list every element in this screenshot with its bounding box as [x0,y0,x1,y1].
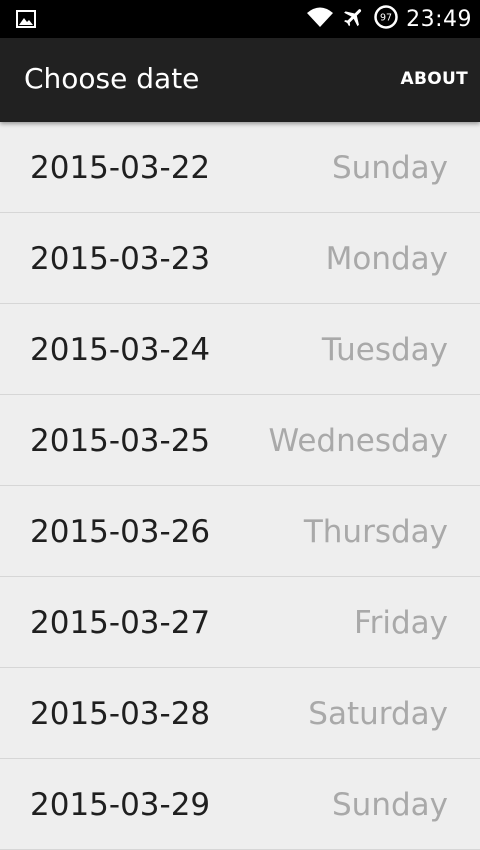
battery-level-text: 97 [380,13,392,24]
status-icons: 97 23:49 [306,0,472,38]
date-row[interactable]: 2015-03-22 Sunday [0,122,480,213]
clock-time: 23:49 [406,6,472,32]
date-row[interactable]: 2015-03-25 Wednesday [0,395,480,486]
date-row[interactable]: 2015-03-23 Monday [0,213,480,304]
date-row[interactable]: 2015-03-26 Thursday [0,486,480,577]
page-title: Choose date [24,62,200,95]
date-label: 2015-03-24 [30,332,211,368]
date-label: 2015-03-29 [30,787,211,823]
weekday-label: Saturday [308,696,448,732]
weekday-label: Friday [354,605,448,641]
weekday-label: Monday [325,241,448,277]
weekday-label: Tuesday [321,332,448,368]
date-label: 2015-03-27 [30,605,211,641]
date-list: 2015-03-22 Sunday 2015-03-23 Monday 2015… [0,122,480,850]
status-bar: 97 23:49 [0,0,480,38]
weekday-label: Sunday [332,150,448,186]
action-bar: Choose date ABOUT [0,38,480,122]
about-button[interactable]: ABOUT [401,69,468,89]
date-row[interactable]: 2015-03-24 Tuesday [0,304,480,395]
date-label: 2015-03-23 [30,241,211,277]
date-label: 2015-03-26 [30,514,211,550]
weekday-label: Wednesday [268,423,448,459]
airplane-mode-icon [342,5,366,33]
date-row[interactable]: 2015-03-29 Sunday [0,759,480,850]
date-label: 2015-03-25 [30,423,211,459]
date-row[interactable]: 2015-03-28 Saturday [0,668,480,759]
gallery-notification-icon [16,9,36,29]
date-row[interactable]: 2015-03-27 Friday [0,577,480,668]
date-label: 2015-03-28 [30,696,211,732]
weekday-label: Thursday [303,514,448,550]
date-label: 2015-03-22 [30,150,211,186]
wifi-icon [306,6,334,32]
battery-icon: 97 [374,5,398,33]
weekday-label: Sunday [332,787,448,823]
